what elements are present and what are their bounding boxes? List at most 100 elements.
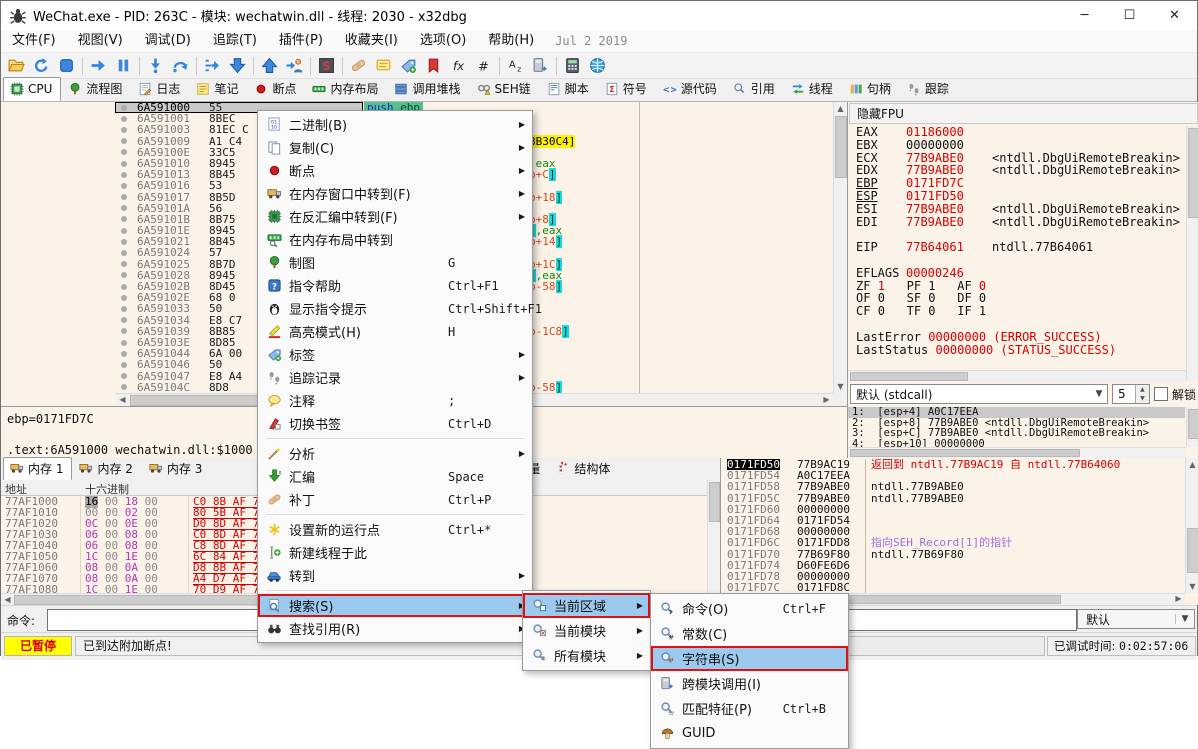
toolbar-arrowup-button[interactable] xyxy=(257,54,282,77)
stack-row[interactable]: 0171FD74D60FE6D6 xyxy=(721,560,1185,571)
breakpoint-dot[interactable] xyxy=(121,205,127,211)
breakpoint-dot[interactable] xyxy=(121,127,127,133)
menu-item-magall[interactable]: 所有模块▶ xyxy=(523,643,650,668)
menu-item-newthread[interactable]: 新建线程于此 xyxy=(258,541,532,564)
scroll-up-arrow[interactable]: ▲ xyxy=(834,102,847,115)
scroll-left-arrow[interactable]: ◀ xyxy=(116,394,129,406)
toolbar-runto-button[interactable] xyxy=(200,54,225,77)
menu-item-car[interactable]: 转到▶ xyxy=(258,564,532,587)
breakpoint-dot[interactable] xyxy=(121,340,127,346)
close-button[interactable]: ✕ xyxy=(1152,1,1197,30)
tab-scripttab[interactable]: 脚本 xyxy=(540,77,598,101)
menu-item-origin[interactable]: 设置新的运行点Ctrl+* xyxy=(258,518,532,541)
toolbar-comments-button[interactable] xyxy=(371,54,396,77)
toolbar-patch-button[interactable] xyxy=(346,54,371,77)
menu-item-tree[interactable]: 制图G xyxy=(258,251,532,274)
register-row[interactable]: EAX01186000 xyxy=(856,126,1185,139)
scroll-down-arrow[interactable]: ▼ xyxy=(1186,580,1198,593)
menu-item-magregion[interactable]: 当前区域▶ xyxy=(523,593,650,618)
dump-tab-1[interactable]: 内存 2 xyxy=(72,457,141,480)
breakpoint-dot[interactable] xyxy=(121,328,127,334)
arguments-list[interactable]: 1: [esp+4] A0C17EEA2: [esp+8] 77B9ABE0 <… xyxy=(848,407,1185,447)
stack-row[interactable]: 0171FD6C0171FDD8指向SEH_Record[1]的指针 xyxy=(721,537,1185,548)
scroll-right-arrow[interactable]: ▶ xyxy=(1172,594,1185,604)
register-list[interactable]: EAX01186000EBX00000000ECX77B9ABE0<ntdll.… xyxy=(848,126,1185,369)
toolbar-stop-button[interactable] xyxy=(54,54,79,77)
title-bar[interactable]: WeChat.exe - PID: 263C - 模块: wechatwin.d… xyxy=(1,1,1197,30)
toolbar-az-button[interactable]: Az xyxy=(503,54,528,77)
menu-item-penguin[interactable]: 显示指令提示Ctrl+Shift+F1 xyxy=(258,297,532,320)
scrollbar-thumb[interactable] xyxy=(1188,128,1198,218)
stack-row[interactable]: 0171FD5877B9ABE0ntdll.77B9ABE0 xyxy=(721,481,1185,492)
menubar-item-1[interactable]: 视图(V) xyxy=(67,30,134,52)
breakpoint-dot[interactable] xyxy=(121,362,127,368)
tab-foot[interactable]: 跟踪 xyxy=(900,77,958,101)
breakpoint-dot[interactable] xyxy=(121,250,127,256)
toolbar-stepover-button[interactable] xyxy=(168,54,193,77)
tab-log[interactable]: 日志 xyxy=(131,77,189,101)
menubar-item-7[interactable]: 帮助(H) xyxy=(477,30,545,52)
menu-item-maghash[interactable]: #常数(C) xyxy=(651,621,848,646)
menu-item-binary[interactable]: 0110二进制(B)▶ xyxy=(258,113,532,136)
breakpoint-dot[interactable] xyxy=(121,161,127,167)
calling-convention-select[interactable]: 默认 (stdcall)▼ xyxy=(850,384,1108,404)
menu-item-tag[interactable]: 标签▶ xyxy=(258,343,532,366)
toolbar-restart-button[interactable] xyxy=(29,54,54,77)
tab-source[interactable]: <>源代码 xyxy=(656,77,726,101)
toolbar-run-button[interactable] xyxy=(86,54,111,77)
tab-bricks[interactable]: 调用堆栈 xyxy=(387,77,469,101)
stack-row[interactable]: 0171FD7800000000 xyxy=(721,571,1185,582)
registers-horizontal-scrollbar[interactable] xyxy=(848,370,1186,382)
maximize-button[interactable]: ☐ xyxy=(1107,1,1152,30)
tab-tree[interactable]: 流程图 xyxy=(61,77,131,101)
breakpoint-dot[interactable] xyxy=(121,149,127,155)
menu-item-asmdown[interactable]: 01汇编Space xyxy=(258,465,532,488)
menubar-item-5[interactable]: 收藏夹(I) xyxy=(334,30,409,52)
menu-item-searchpage[interactable]: 搜索(S)▶ xyxy=(258,594,532,617)
register-row[interactable]: EDI77B9ABE0<ntdll.DbgUiRemoteBreakin> xyxy=(856,216,1185,229)
tab-handles[interactable]: 句柄 xyxy=(842,77,900,101)
scrollbar-thumb[interactable] xyxy=(1187,528,1198,573)
stack-row[interactable]: 0171FD5077B9AC19返回到 ntdll.77B9AC19 自 ntd… xyxy=(721,459,1185,470)
menu-item-bmtoggle[interactable]: 切换书签Ctrl+D xyxy=(258,412,532,435)
chevron-down-icon[interactable]: ▼ xyxy=(1175,614,1194,624)
dump-tab-4[interactable]: 结构体 xyxy=(549,457,619,480)
register-row[interactable]: LastStatus 00000000 (STATUS_SUCCESS) xyxy=(856,344,1185,357)
toolbar-fx-button[interactable]: fx xyxy=(446,54,471,77)
tab-cpu[interactable]: CPU xyxy=(3,77,61,101)
unlock-checkbox[interactable] xyxy=(1154,387,1168,401)
scroll-up-arrow[interactable]: ▲ xyxy=(1186,458,1198,471)
tab-notes[interactable]: 笔记 xyxy=(189,77,247,101)
menu-item-magdots[interactable]: 匹配特征(P)Ctrl+B xyxy=(651,696,848,721)
register-row[interactable]: EIP77B64061ntdll.77B64061 xyxy=(856,241,1185,254)
breakpoint-dot[interactable] xyxy=(121,216,127,222)
toolbar-attach-button[interactable] xyxy=(282,54,307,77)
breakpoint-dot[interactable] xyxy=(121,373,127,379)
toolbar-calc-button[interactable] xyxy=(560,54,585,77)
stack-row[interactable]: 0171FD6000000000 xyxy=(721,504,1185,515)
menu-item-mushroom[interactable]: GUID xyxy=(651,721,848,746)
chevron-down-icon[interactable]: ▼ xyxy=(1091,389,1107,399)
toolbar-pause-button[interactable] xyxy=(111,54,136,77)
stack-row[interactable]: 0171FD7077B69F80ntdll.77B69F80 xyxy=(721,549,1185,560)
toolbar-bookmarks-button[interactable] xyxy=(421,54,446,77)
breakpoint-dot[interactable] xyxy=(121,138,127,144)
registers-vertical-scrollbar[interactable] xyxy=(1186,126,1198,381)
menu-item-copy[interactable]: 复制(C)▶ xyxy=(258,136,532,159)
menu-item-help[interactable]: ?指令帮助Ctrl+F1 xyxy=(258,274,532,297)
flags-row[interactable]: CF 0 TF 0 IF 1 xyxy=(856,305,1185,318)
dump-vertical-scrollbar[interactable] xyxy=(707,480,721,593)
tab-symbols[interactable]: Σ符号 xyxy=(598,77,656,101)
toolbar-hash-button[interactable]: # xyxy=(471,54,496,77)
disassembly-vertical-scrollbar[interactable]: ▲ ▼ xyxy=(833,102,848,393)
breakpoint-dot[interactable] xyxy=(121,105,127,111)
toolbar-globe-button[interactable] xyxy=(585,54,610,77)
stack-rows[interactable]: 0171FD5077B9AC19返回到 ntdll.77B9AC19 自 ntd… xyxy=(721,459,1185,593)
menu-item-truck[interactable]: 在内存窗口中转到(F)▶ xyxy=(258,182,532,205)
scrollbar-thumb[interactable] xyxy=(850,372,968,381)
menubar-item-2[interactable]: 调试(D) xyxy=(134,30,202,52)
stack-row[interactable]: 0171FD7C0171FD8C xyxy=(721,582,1185,593)
breakpoint-dot[interactable] xyxy=(121,194,127,200)
breakpoint-dot[interactable] xyxy=(121,183,127,189)
dump-tab-0[interactable]: 内存 1 xyxy=(3,457,72,480)
